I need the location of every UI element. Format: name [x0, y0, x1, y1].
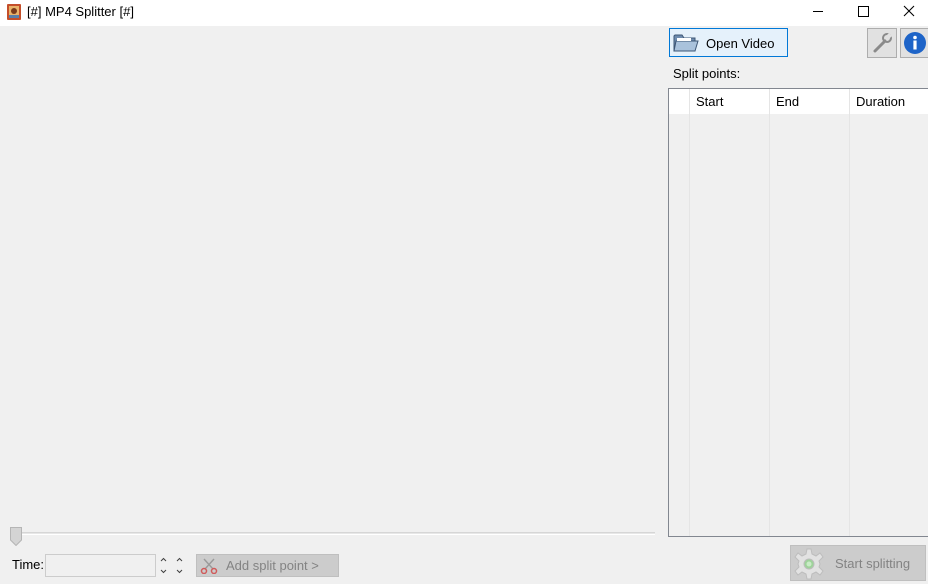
- column-header-start[interactable]: Start: [696, 94, 723, 109]
- wrench-icon: [873, 32, 893, 53]
- maximize-button[interactable]: [840, 0, 886, 24]
- start-splitting-button[interactable]: Start splitting: [790, 545, 926, 581]
- app-window: [#] MP4 Splitter [#] Open Video Split po…: [0, 0, 928, 584]
- video-preview-area[interactable]: [0, 28, 665, 523]
- minimize-icon: [813, 11, 823, 12]
- column-divider: [769, 89, 770, 536]
- time-label: Time:: [12, 557, 45, 572]
- list-header: Start End Duration: [669, 89, 928, 114]
- seek-slider-track[interactable]: [10, 532, 655, 535]
- split-points-label: Split points:: [673, 66, 741, 81]
- add-split-point-button[interactable]: Add split point >: [196, 554, 339, 577]
- info-button[interactable]: [900, 28, 928, 58]
- open-video-button[interactable]: Open Video: [669, 28, 788, 57]
- close-button[interactable]: [885, 0, 928, 24]
- app-icon: [7, 4, 21, 20]
- seek-slider-thumb[interactable]: [10, 527, 22, 546]
- title-bar: [#] MP4 Splitter [#]: [0, 0, 928, 26]
- minimize-button[interactable]: [795, 0, 841, 24]
- maximize-icon: [858, 6, 869, 17]
- folder-open-icon: [673, 34, 699, 52]
- gear-icon: [794, 548, 824, 580]
- column-divider: [689, 89, 690, 536]
- time-spinner-primary[interactable]: [157, 554, 170, 577]
- column-divider: [849, 89, 850, 536]
- column-header-end[interactable]: End: [776, 94, 799, 109]
- column-header-duration[interactable]: Duration: [856, 94, 905, 109]
- time-spinner-secondary[interactable]: [173, 554, 186, 577]
- time-input[interactable]: [45, 554, 156, 577]
- close-icon: [903, 5, 915, 17]
- add-split-point-label: Add split point >: [226, 558, 319, 573]
- window-title: [#] MP4 Splitter [#]: [27, 4, 134, 19]
- scissors-icon: [200, 558, 218, 574]
- start-splitting-label: Start splitting: [835, 556, 911, 571]
- split-points-list[interactable]: Start End Duration: [668, 88, 928, 537]
- open-video-label: Open Video: [706, 36, 775, 51]
- settings-button[interactable]: [867, 28, 897, 58]
- info-icon: [904, 32, 926, 54]
